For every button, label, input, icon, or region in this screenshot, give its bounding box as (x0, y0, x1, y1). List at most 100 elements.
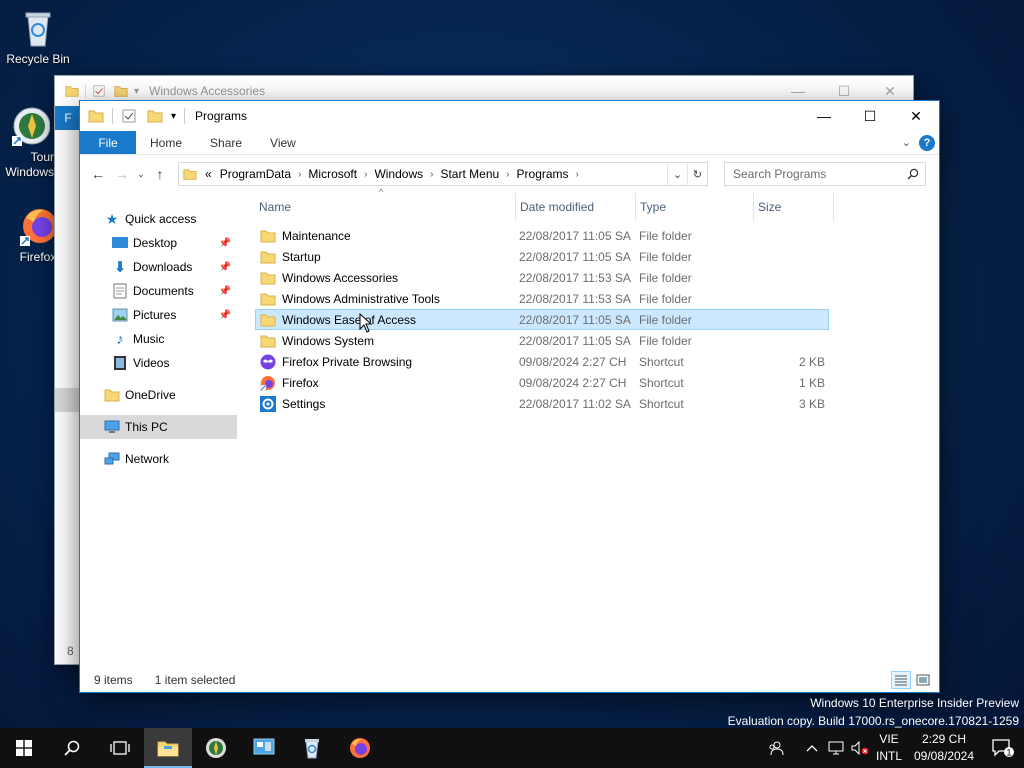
network-icon[interactable] (824, 728, 848, 768)
refresh-icon[interactable]: ↻ (687, 163, 707, 185)
pin-icon[interactable]: 📌 (219, 286, 231, 297)
taskbar-recycle-bin[interactable] (288, 728, 336, 768)
file-type: Shortcut (639, 396, 684, 411)
maximize-button[interactable]: ☐ (847, 101, 893, 131)
search-button[interactable] (48, 728, 96, 768)
file-row[interactable]: Maintenance 22/08/2017 11:05 SA File fol… (255, 225, 829, 246)
file-row[interactable]: Windows System 22/08/2017 11:05 SA File … (255, 330, 829, 351)
nav-videos[interactable]: Videos (80, 351, 237, 375)
column-header-date[interactable]: Date modified (516, 193, 636, 221)
help-icon[interactable]: ? (919, 134, 935, 151)
nav-pictures[interactable]: Pictures 📌 (80, 303, 237, 327)
column-header-size[interactable]: Size (754, 193, 834, 221)
start-button[interactable] (0, 728, 48, 768)
address-dropdown-icon[interactable]: ⌄ (667, 163, 687, 185)
breadcrumb-overflow[interactable]: « (201, 167, 216, 181)
input-language[interactable]: VIE INTL (872, 731, 906, 765)
folder-icon (104, 387, 120, 403)
nav-documents[interactable]: Documents 📌 (80, 279, 237, 303)
navigation-bar: ← → ⌄ ↑ « ProgramData › Microsoft › Window… (80, 155, 939, 193)
column-header-type[interactable]: Type (636, 193, 754, 221)
address-bar[interactable]: « ProgramData › Microsoft › Windows › Start… (178, 162, 708, 186)
chevron-right-icon[interactable]: › (361, 169, 370, 180)
new-folder-icon[interactable] (147, 108, 163, 124)
chevron-right-icon[interactable]: › (503, 169, 512, 180)
file-size: 3 KB (798, 396, 825, 411)
search-input[interactable] (733, 167, 907, 181)
explorer-window[interactable]: ▾ Programs — ☐ ✕ File Home Share View ⌄ … (79, 100, 940, 693)
recent-locations-button[interactable]: ⌄ (134, 162, 148, 186)
item-count: 9 items (94, 673, 133, 687)
clock-time: 2:29 CH (921, 732, 967, 746)
forward-button[interactable]: → (110, 162, 134, 186)
column-header-name[interactable]: Name (255, 193, 516, 221)
large-icons-view-icon[interactable] (913, 671, 933, 689)
file-row[interactable]: Startup 22/08/2017 11:05 SA File folder (255, 246, 829, 267)
windows-logo-icon (16, 740, 32, 756)
pin-icon[interactable]: 📌 (219, 238, 231, 249)
chevron-right-icon[interactable]: › (427, 169, 436, 180)
breadcrumb-microsoft[interactable]: Microsoft (304, 167, 361, 181)
details-view-icon[interactable] (891, 671, 911, 689)
taskbar-control-panel[interactable] (240, 728, 288, 768)
watermark-line-1: Windows 10 Enterprise Insider Preview (810, 696, 1019, 710)
folder-icon (260, 291, 276, 307)
file-row[interactable]: Settings 22/08/2017 11:02 SA Shortcut 3 … (255, 393, 829, 414)
taskbar-file-explorer[interactable] (144, 728, 192, 768)
tab-view[interactable]: View (256, 131, 310, 154)
keyboard-layout: INTL (875, 749, 902, 763)
tab-share[interactable]: Share (196, 131, 256, 154)
expand-ribbon-icon[interactable]: ⌄ (902, 136, 911, 149)
nav-label: Pictures (133, 308, 177, 322)
nav-music[interactable]: ♪ Music (80, 327, 237, 351)
properties-icon[interactable] (121, 108, 137, 124)
clock[interactable]: 2:29 CH 09/08/2024 (906, 731, 982, 765)
minimize-button[interactable]: — (801, 101, 847, 131)
nav-quick-access[interactable]: ★ Quick access (80, 207, 237, 231)
qat-dropdown-icon[interactable]: ▾ (171, 111, 176, 122)
tab-home[interactable]: Home (136, 131, 196, 154)
chevron-right-icon[interactable]: › (573, 169, 582, 180)
file-date: 22/08/2017 11:05 SA (519, 312, 631, 327)
close-button[interactable]: ✕ (893, 101, 939, 131)
chevron-up-icon[interactable] (800, 728, 824, 768)
breadcrumb-windows[interactable]: Windows (370, 167, 427, 181)
nav-downloads[interactable]: ⬇ Downloads 📌 (80, 255, 237, 279)
taskbar-tour-windows[interactable] (192, 728, 240, 768)
file-row[interactable]: Windows Administrative Tools 22/08/2017 … (255, 288, 829, 309)
breadcrumb-programdata[interactable]: ProgramData (216, 167, 295, 181)
volume-muted-icon[interactable] (848, 728, 872, 768)
back-file-tab[interactable]: F (55, 106, 81, 130)
nav-network[interactable]: Network (80, 447, 237, 471)
file-list: ^ Name Date modified Type Size Maintenan… (237, 187, 939, 668)
control-panel-icon (253, 738, 275, 755)
desktop-icon-recycle-bin[interactable]: Recycle Bin (0, 8, 76, 67)
file-row[interactable]: Windows Accessories 22/08/2017 11:53 SA … (255, 267, 829, 288)
desktop-icon-tour-windows[interactable]: Tour Windows (0, 106, 60, 180)
file-row[interactable]: Firefox Private Browsing 09/08/2024 2:27… (255, 351, 829, 372)
pin-icon[interactable]: 📌 (219, 262, 231, 273)
chevron-right-icon[interactable]: › (295, 169, 304, 180)
breadcrumb-start-menu[interactable]: Start Menu (436, 167, 503, 181)
nav-label: Documents (133, 284, 194, 298)
breadcrumb-programs[interactable]: Programs (513, 167, 573, 181)
file-name: Windows Administrative Tools (282, 291, 440, 306)
nav-desktop[interactable]: Desktop 📌 (80, 231, 237, 255)
taskbar-firefox[interactable] (336, 728, 384, 768)
up-button[interactable]: ↑ (148, 162, 172, 186)
search-icon[interactable] (907, 168, 919, 180)
back-button[interactable]: ← (86, 162, 110, 186)
back-status-fragment: 8 (67, 644, 74, 658)
mouse-cursor-icon (359, 313, 373, 333)
tab-file[interactable]: File (80, 131, 136, 154)
file-row-selected[interactable]: Windows Ease of Access 22/08/2017 11:05 … (255, 309, 829, 330)
pin-icon[interactable]: 📌 (219, 310, 231, 321)
task-view-button[interactable] (96, 728, 144, 768)
nav-this-pc[interactable]: This PC (80, 415, 237, 439)
file-row[interactable]: Firefox 09/08/2024 2:27 CH Shortcut 1 KB (255, 372, 829, 393)
people-icon[interactable] (764, 728, 788, 768)
search-box[interactable] (724, 162, 926, 186)
action-center-button[interactable]: 1 (982, 728, 1024, 768)
nav-onedrive[interactable]: OneDrive (80, 383, 237, 407)
close-icon: ✕ (910, 107, 922, 124)
